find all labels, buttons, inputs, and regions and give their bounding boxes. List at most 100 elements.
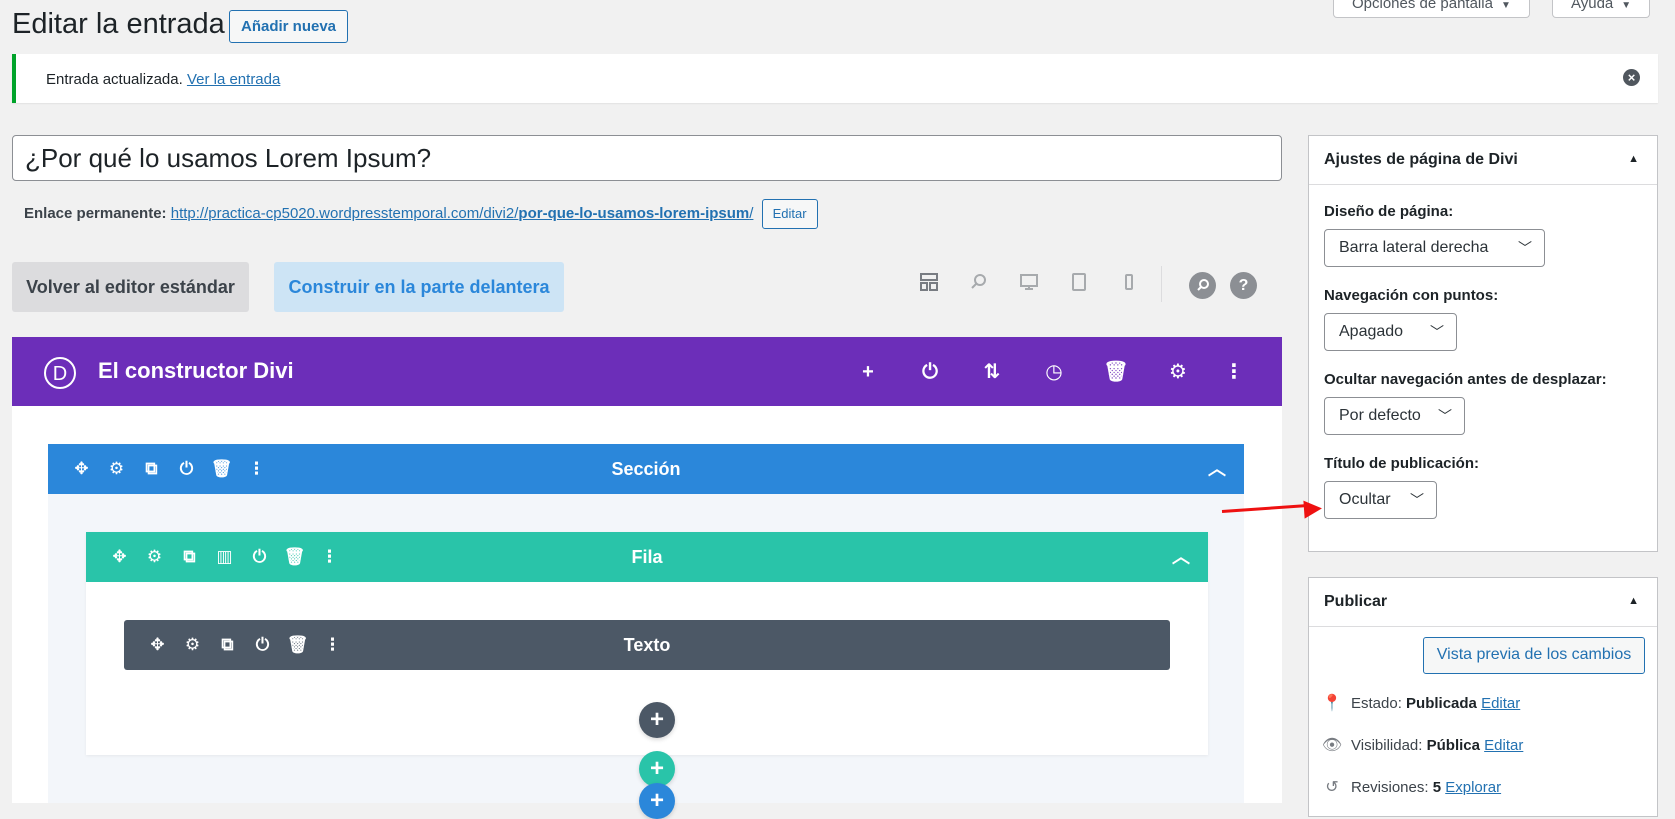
dots-value: Apagado <box>1339 323 1404 340</box>
layout-select[interactable]: Barra lateral derecha ﹀ <box>1324 229 1545 267</box>
hide-nav-label: Ocultar navegación antes de desplazar: <box>1324 371 1607 388</box>
revisions-browse-link[interactable]: Explorar <box>1445 779 1501 796</box>
permalink-label: Enlace permanente: <box>24 204 167 222</box>
preview-changes-button[interactable]: Vista previa de los cambios <box>1423 637 1645 674</box>
trash-icon[interactable]: 🗑 <box>280 620 315 670</box>
history-icon: ↺ <box>1325 779 1339 796</box>
annotation-arrow-head <box>1303 499 1323 519</box>
post-title-input[interactable]: ¿Por qué lo usamos Lorem Ipsum? <box>12 135 1282 181</box>
post-title-label: Título de publicación: <box>1324 455 1479 472</box>
power-icon[interactable]: ⏻ <box>169 444 204 494</box>
collapse-icon[interactable]: ▲ <box>1628 595 1639 607</box>
help-label: Ayuda <box>1571 0 1614 12</box>
duplicate-icon[interactable]: ⧉ <box>134 444 169 494</box>
visibility-value: Pública <box>1426 737 1480 754</box>
phone-icon[interactable] <box>1116 272 1142 298</box>
more-icon[interactable]: ⋮ <box>312 532 347 582</box>
row-bar[interactable]: Fila ✥ ⚙ ⧉ ▥ ⏻ 🗑 ⋮ ︿ <box>86 532 1208 582</box>
power-icon[interactable]: ⏻ <box>245 620 280 670</box>
dots-label: Navegación con puntos: <box>1324 287 1499 304</box>
notice-message: Entrada actualizada. <box>46 71 183 88</box>
hide-nav-select[interactable]: Por defecto ﹀ <box>1324 397 1465 435</box>
move-icon[interactable]: ✥ <box>64 444 99 494</box>
chevron-down-icon: ﹀ <box>1518 240 1532 256</box>
toolbar-divider <box>1161 266 1162 302</box>
power-icon[interactable]: ⏻ <box>242 532 277 582</box>
permalink-trail: / <box>749 204 754 222</box>
publish-header[interactable]: Publicar ▲ <box>1309 578 1657 627</box>
more-icon[interactable]: ⋮ <box>239 444 274 494</box>
frontend-builder-button[interactable]: Construir en la parte delantera <box>274 262 564 312</box>
text-module-bar[interactable]: Texto ✥ ⚙ ⧉ ⏻ 🗑 ⋮ <box>124 620 1170 670</box>
trash-icon[interactable]: 🗑 <box>277 532 312 582</box>
more-icon[interactable]: ⋮ <box>1219 357 1249 387</box>
gear-icon[interactable]: ⚙ <box>1163 357 1193 387</box>
hide-nav-value: Por defecto <box>1339 407 1421 424</box>
divi-settings-header[interactable]: Ajustes de página de Divi ▲ <box>1309 136 1657 185</box>
screen-options-tab[interactable]: Opciones de pantalla ▼ <box>1333 0 1530 18</box>
chevron-up-icon[interactable]: ︿ <box>1172 532 1190 582</box>
chevron-down-icon: ﹀ <box>1430 324 1444 340</box>
status-value: Publicada <box>1406 695 1477 712</box>
history-icon[interactable]: ◷ <box>1039 357 1069 387</box>
revisions-label: Revisiones: <box>1351 779 1429 796</box>
permalink-url[interactable]: http://practica-cp5020.wordpresstemporal… <box>171 205 754 222</box>
gear-icon[interactable]: ⚙ <box>137 532 172 582</box>
collapse-icon[interactable]: ▲ <box>1628 153 1639 165</box>
update-notice: Entrada actualizada. Ver la entrada × <box>12 54 1658 103</box>
divi-header: D El constructor Divi + ⏻ ⇅ ◷ 🗑 ⚙ ⋮ <box>12 337 1282 406</box>
add-row-button[interactable]: + <box>639 751 675 787</box>
gear-icon[interactable]: ⚙ <box>99 444 134 494</box>
visibility-label: Visibilidad: <box>1351 737 1423 754</box>
permalink-slug: por-que-lo-usamos-lorem-ipsum <box>518 204 750 222</box>
duplicate-icon[interactable]: ⧉ <box>172 532 207 582</box>
more-icon[interactable]: ⋮ <box>315 620 350 670</box>
move-icon[interactable]: ✥ <box>140 620 175 670</box>
status-row: 📍 Estado: Publicada Editar <box>1321 693 1520 713</box>
layout-icon[interactable] <box>916 272 942 298</box>
trash-icon[interactable]: 🗑 <box>1101 357 1131 387</box>
sort-icon[interactable]: ⇅ <box>977 357 1007 387</box>
gear-icon[interactable]: ⚙ <box>175 620 210 670</box>
visibility-edit-link[interactable]: Editar <box>1484 737 1523 754</box>
columns-icon[interactable]: ▥ <box>207 532 242 582</box>
desktop-icon[interactable] <box>1016 272 1042 298</box>
power-icon[interactable]: ⏻ <box>915 357 945 387</box>
revisions-row: ↺ Revisiones: 5 Explorar <box>1321 777 1501 797</box>
page-title: Editar la entrada <box>12 8 225 40</box>
permalink-base: http://practica-cp5020.wordpresstemporal… <box>170 204 519 222</box>
dismiss-icon[interactable]: × <box>1623 69 1640 86</box>
divi-builder: D El constructor Divi + ⏻ ⇅ ◷ 🗑 ⚙ ⋮ Secc… <box>12 337 1282 819</box>
add-icon[interactable]: + <box>853 357 883 387</box>
post-title-select[interactable]: Ocultar ﹀ <box>1324 481 1437 519</box>
divi-settings-title: Ajustes de página de Divi <box>1324 151 1518 168</box>
layout-value: Barra lateral derecha <box>1339 239 1489 256</box>
add-section-button[interactable]: + <box>639 783 675 819</box>
section-bar[interactable]: Sección ✥ ⚙ ⧉ ⏻ 🗑 ⋮ ︿ <box>48 444 1244 494</box>
notice-text: Entrada actualizada. Ver la entrada <box>46 71 280 88</box>
add-new-button[interactable]: Añadir nueva <box>229 10 349 43</box>
standard-editor-button[interactable]: Volver al editor estándar <box>12 262 249 312</box>
view-post-link[interactable]: Ver la entrada <box>187 71 280 88</box>
dots-select[interactable]: Apagado ﹀ <box>1324 313 1457 351</box>
help-tab[interactable]: Ayuda ▼ <box>1552 0 1651 18</box>
tablet-icon[interactable] <box>1066 272 1092 298</box>
chevron-up-icon[interactable]: ︿ <box>1208 444 1226 494</box>
screen-options-label: Opciones de pantalla <box>1352 0 1493 12</box>
post-title-value: Ocultar <box>1339 491 1391 508</box>
duplicate-icon[interactable]: ⧉ <box>210 620 245 670</box>
search-icon[interactable] <box>1189 272 1216 299</box>
revisions-value: 5 <box>1432 779 1442 796</box>
eye-icon: 👁 <box>1321 737 1343 754</box>
zoom-icon[interactable] <box>966 272 992 298</box>
status-label: Estado: <box>1351 695 1402 712</box>
add-module-button[interactable]: + <box>639 702 675 738</box>
trash-icon[interactable]: 🗑 <box>204 444 239 494</box>
move-icon[interactable]: ✥ <box>102 532 137 582</box>
caret-down-icon: ▼ <box>1621 0 1632 11</box>
layout-label: Diseño de página: <box>1324 203 1454 220</box>
visibility-row: 👁 Visibilidad: Pública Editar <box>1321 735 1523 755</box>
status-edit-link[interactable]: Editar <box>1481 695 1520 712</box>
help-icon[interactable]: ? <box>1230 272 1257 299</box>
permalink-edit-button[interactable]: Editar <box>761 199 818 229</box>
